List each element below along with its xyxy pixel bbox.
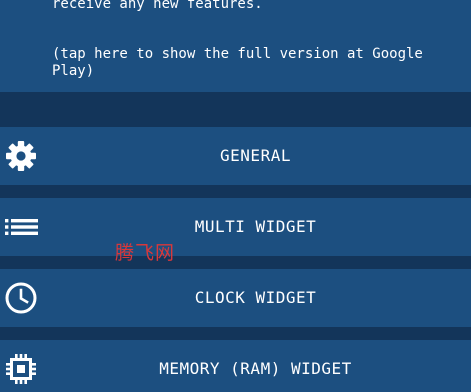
menu-item-label: CLOCK WIDGET: [194, 288, 317, 307]
menu-item-label: MULTI WIDGET: [194, 217, 317, 236]
notice-line-3: Play): [52, 63, 95, 79]
menu-item-clock-widget[interactable]: CLOCK WIDGET: [0, 269, 471, 327]
menu-item-label: MEMORY (RAM) WIDGET: [159, 359, 352, 378]
menu-item-multi-widget[interactable]: MULTI WIDGET: [0, 198, 471, 256]
gear-icon: [4, 139, 38, 173]
chip-icon: [4, 352, 38, 386]
menu-item-general[interactable]: GENERAL: [0, 127, 471, 185]
watermark: 腾飞网: [115, 242, 176, 264]
screen: receive any new features. (tap here to s…: [0, 0, 471, 392]
notice-line-1: receive any new features.: [52, 0, 263, 12]
full-version-notice[interactable]: receive any new features. (tap here to s…: [0, 0, 471, 92]
notice-line-2: (tap here to show the full version at Go…: [52, 46, 423, 62]
menu-item-memory-widget[interactable]: MEMORY (RAM) WIDGET: [0, 340, 471, 392]
clock-icon: [4, 281, 38, 315]
list-icon: [4, 210, 38, 244]
menu-item-label: GENERAL: [220, 146, 291, 165]
